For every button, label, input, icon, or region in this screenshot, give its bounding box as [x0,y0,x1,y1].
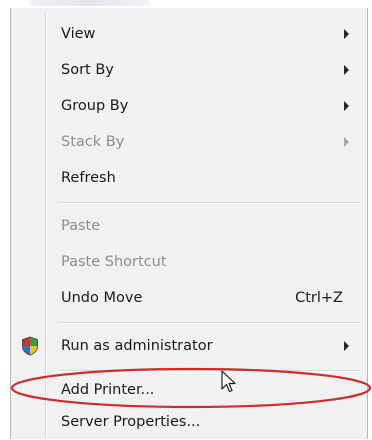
menu-separator [59,202,361,204]
menu-item-view[interactable]: View [11,16,367,52]
window-edge-smudge [30,0,150,6]
menu-item-stack-by: Stack By [11,124,367,160]
menu-item-label: Sort By [61,62,114,78]
menu-item-label: Paste [61,218,101,234]
uac-shield-icon [22,336,38,356]
submenu-arrow-icon [344,137,349,147]
menu-item-paste: Paste [11,208,367,244]
menu-item-paste-shortcut: Paste Shortcut [11,244,367,280]
shortcut-label: Ctrl+Z [295,290,343,306]
menu-item-label: Refresh [61,170,116,186]
submenu-arrow-icon [344,101,349,111]
menu-item-group-by[interactable]: Group By [11,88,367,124]
menu-item-label: Server Properties... [61,414,201,430]
menu-item-refresh[interactable]: Refresh [11,160,367,196]
menu-item-label: Run as administrator [61,338,213,354]
menu-item-label: Undo Move [61,290,143,306]
annotation-ellipse [10,367,372,409]
menu-item-label: Stack By [61,134,125,150]
menu-item-label: Paste Shortcut [61,254,167,270]
menu-separator [59,322,361,324]
menu-item-sort-by[interactable]: Sort By [11,52,367,88]
menu-item-run-as-administrator[interactable]: Run as administrator [11,328,367,364]
menu-item-label: Group By [61,98,129,114]
mouse-pointer-icon [221,370,236,393]
menu-item-undo-move[interactable]: Undo Move Ctrl+Z [11,280,367,316]
context-menu: View Sort By Group By Stack By Refresh P… [10,8,372,439]
submenu-arrow-icon [344,65,349,75]
submenu-arrow-icon [344,29,349,39]
submenu-arrow-icon [344,341,349,351]
menu-item-label: View [61,26,96,42]
